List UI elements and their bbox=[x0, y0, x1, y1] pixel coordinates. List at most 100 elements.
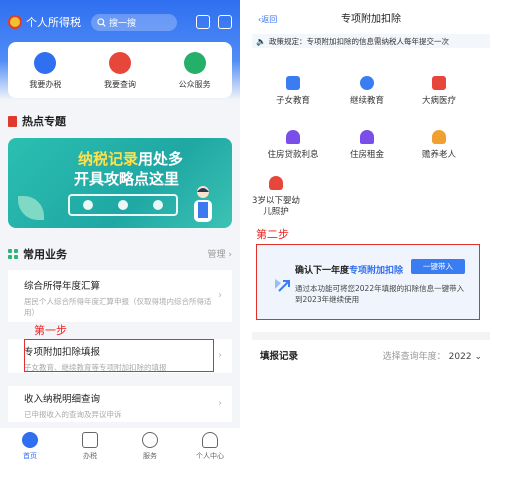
item-continuing-education[interactable]: 继续教育 bbox=[332, 76, 402, 107]
item-label: 住房租金 bbox=[349, 150, 384, 160]
bookmark-icon bbox=[8, 115, 17, 127]
service-label: 我要办税 bbox=[29, 80, 62, 89]
tab-personal-center[interactable]: 个人中心 bbox=[185, 432, 235, 461]
service-public[interactable]: 公众服务 bbox=[165, 52, 225, 90]
item-label: 大病医疗 bbox=[421, 96, 456, 106]
section-divider bbox=[252, 332, 490, 340]
hot-topics-title: 热点专题 bbox=[22, 115, 66, 128]
app-name: 个人所得税 bbox=[26, 16, 81, 29]
person-icon bbox=[202, 432, 218, 448]
tab-service[interactable]: 服务 bbox=[125, 432, 175, 461]
filing-record-row: 填报记录 选择查询年度： 2022 ⌄ bbox=[252, 344, 490, 366]
step-one-highlight-box bbox=[24, 339, 214, 372]
chevron-right-icon: › bbox=[218, 350, 222, 361]
one-click-import-button[interactable]: 一键带入 bbox=[411, 259, 465, 274]
tab-home[interactable]: 首页 bbox=[5, 432, 55, 461]
step-one-annotation: 第一步 bbox=[34, 324, 67, 337]
tab-label: 个人中心 bbox=[196, 452, 224, 460]
grid-icon bbox=[8, 249, 18, 259]
policy-notice: 🔈 政策规定：专项附加扣除的信息需纳税人每年提交一次 bbox=[252, 34, 490, 48]
item-serious-illness[interactable]: 大病医疗 bbox=[404, 76, 474, 107]
carry-forward-desc: 通过本功能可将您2022年填报的扣除信息一键带入到2023年继续使用 bbox=[295, 284, 465, 304]
special-deduction-screen: ‹返回 专项附加扣除 🔈 政策规定：专项附加扣除的信息需纳税人每年提交一次 子女… bbox=[252, 0, 490, 370]
banner-line-1: 纳税记录用处多 bbox=[78, 148, 183, 169]
heart-icon bbox=[142, 432, 158, 448]
home-screen: 个人所得税 搜一搜 我要办税 我要查询 公众服务 热点专题 纳税记录用处多 开具… bbox=[0, 0, 240, 478]
business-title: 收入纳税明细查询 bbox=[24, 394, 101, 405]
business-desc: 已申报收入的查询及异议申诉 bbox=[24, 410, 122, 419]
item-label: 住房贷款利息 bbox=[267, 150, 319, 160]
item-children-education[interactable]: 子女教育 bbox=[258, 76, 328, 107]
leaf-decoration bbox=[18, 196, 44, 220]
search-icon bbox=[108, 52, 131, 74]
service-label: 我要查询 bbox=[103, 80, 136, 89]
tab-file-tax[interactable]: 办税 bbox=[65, 432, 115, 461]
back-label: 返回 bbox=[261, 15, 278, 24]
scan-icon[interactable] bbox=[196, 15, 210, 29]
year-value: 2022 bbox=[448, 351, 472, 362]
search-box[interactable]: 搜一搜 bbox=[91, 13, 177, 31]
pen-icon bbox=[34, 52, 57, 74]
person-illustration bbox=[194, 186, 212, 222]
title-highlight: 专项附加扣除 bbox=[349, 266, 404, 276]
top-bar: 个人所得税 搜一搜 bbox=[8, 12, 232, 32]
baby-icon bbox=[269, 176, 283, 190]
promo-banner[interactable]: 纳税记录用处多 开具攻略点这里 bbox=[8, 138, 232, 228]
bottom-tab-bar: 首页 办税 服务 个人中心 bbox=[0, 428, 240, 478]
business-annual-settlement[interactable]: 综合所得年度汇算 居民个人综合所得年度汇算申报（仅取得境内综合所得适用） › bbox=[8, 270, 232, 322]
chevron-right-icon: › bbox=[218, 290, 222, 301]
service-query[interactable]: 我要查询 bbox=[90, 52, 150, 90]
elderly-icon bbox=[432, 130, 446, 144]
share-arrow-icon bbox=[275, 279, 290, 292]
item-elderly-support[interactable]: 赡养老人 bbox=[404, 130, 474, 161]
home-icon bbox=[22, 432, 38, 448]
item-label: 赡养老人 bbox=[421, 150, 456, 160]
business-income-query[interactable]: 收入纳税明细查询 已申报收入的查询及异议申诉 › bbox=[8, 386, 232, 422]
common-business-title: 常用业务 bbox=[23, 248, 67, 261]
chevron-down-icon: ⌄ bbox=[474, 351, 482, 362]
search-placeholder: 搜一搜 bbox=[109, 18, 137, 29]
page-title: 专项附加扣除 bbox=[341, 13, 401, 25]
house-icon bbox=[286, 130, 300, 144]
year-selector[interactable]: 选择查询年度： 2022 ⌄ bbox=[383, 349, 482, 362]
carry-forward-card: 确认下一年度专项附加扣除 一键带入 通过本功能可将您2022年填报的扣除信息一键… bbox=[256, 244, 480, 320]
year-label: 选择查询年度： bbox=[382, 351, 446, 362]
search-icon bbox=[97, 17, 106, 27]
service-file-tax[interactable]: 我要办税 bbox=[15, 52, 75, 90]
rent-house-icon bbox=[360, 130, 374, 144]
manage-link[interactable]: 管理 › bbox=[208, 247, 232, 260]
chevron-right-icon: › bbox=[218, 398, 222, 409]
business-desc: 居民个人综合所得年度汇算申报（仅取得境内综合所得适用） bbox=[24, 297, 212, 317]
common-business-header: 常用业务 bbox=[8, 246, 67, 262]
business-title: 综合所得年度汇算 bbox=[24, 281, 101, 292]
laptop-illustration bbox=[68, 194, 178, 216]
document-icon bbox=[82, 432, 98, 448]
nav-bar: ‹返回 专项附加扣除 bbox=[252, 0, 490, 34]
banner-line-2: 开具攻略点这里 bbox=[74, 170, 180, 188]
quick-services: 我要办税 我要查询 公众服务 bbox=[8, 42, 232, 98]
back-button[interactable]: ‹返回 bbox=[258, 14, 277, 25]
tab-label: 办税 bbox=[83, 452, 97, 460]
item-label: 子女教育 bbox=[275, 96, 310, 106]
item-label: 继续教育 bbox=[349, 96, 384, 106]
item-housing-rent[interactable]: 住房租金 bbox=[332, 130, 402, 161]
step-two-annotation: 第二步 bbox=[256, 228, 289, 241]
service-icon bbox=[183, 52, 206, 74]
medical-kit-icon bbox=[432, 76, 446, 90]
filing-record-title: 填报记录 bbox=[260, 351, 299, 362]
deduction-items: 子女教育 继续教育 大病医疗 住房贷款利息 住房租金 赡养老人 3岁以下婴幼儿照… bbox=[252, 48, 490, 228]
service-label: 公众服务 bbox=[178, 80, 211, 89]
graduation-cap-icon bbox=[360, 76, 374, 90]
tax-emblem-icon bbox=[8, 15, 22, 29]
children-icon bbox=[286, 76, 300, 90]
item-label: 3岁以下婴幼儿照护 bbox=[252, 196, 300, 217]
item-mortgage-interest[interactable]: 住房贷款利息 bbox=[258, 130, 328, 161]
carry-forward-title: 确认下一年度专项附加扣除 bbox=[295, 263, 403, 276]
manage-label: 管理 bbox=[207, 250, 226, 260]
message-icon[interactable] bbox=[218, 15, 232, 29]
banner-highlight: 纳税记录 bbox=[78, 150, 139, 168]
title-prefix: 确认下一年度 bbox=[295, 266, 350, 276]
banner-line-1-rest: 用处多 bbox=[138, 150, 184, 168]
tab-label: 服务 bbox=[143, 452, 157, 460]
item-infant-care[interactable]: 3岁以下婴幼儿照护 bbox=[252, 176, 300, 218]
